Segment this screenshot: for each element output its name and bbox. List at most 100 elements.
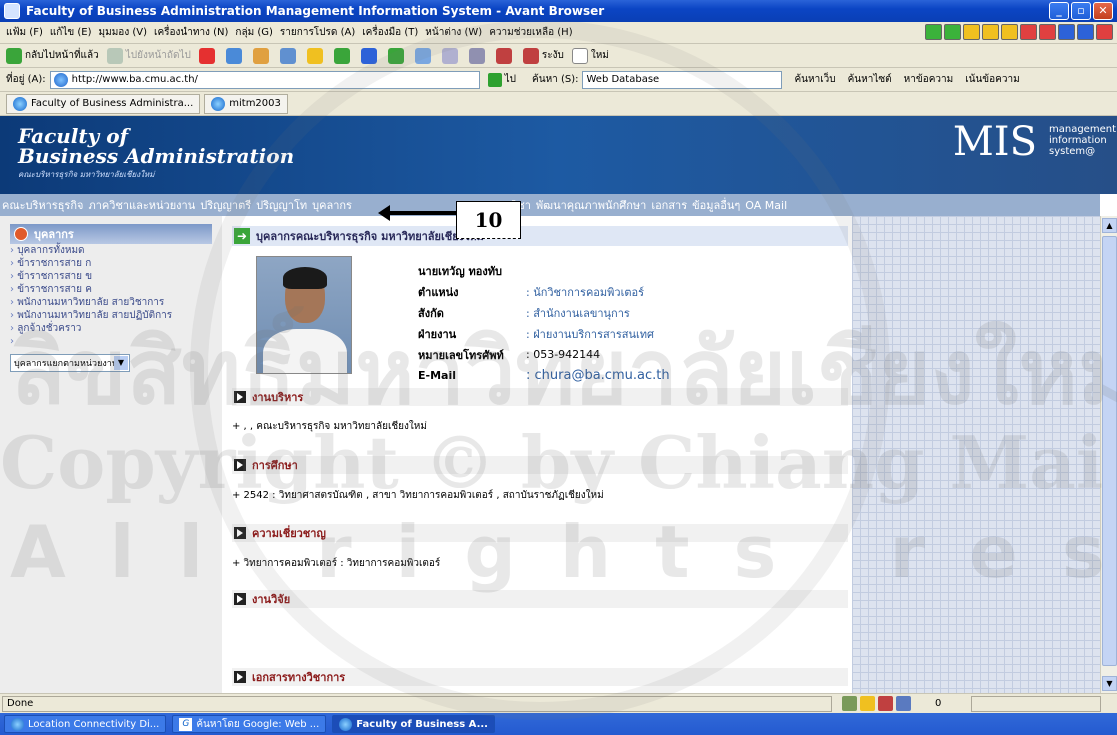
- profile-header: ➜ บุคลากรคณะบริหารธุรกิจ มหาวิทยาลัยเชีย…: [232, 226, 848, 246]
- taskbar-item-location[interactable]: Location Connectivity Di...: [4, 715, 167, 733]
- ie-icon: [11, 717, 24, 731]
- profile-row-affiliation: สังกัด: สำนักงานเลขานุการ: [418, 306, 630, 320]
- nav-oa-mail[interactable]: OA Mail: [745, 199, 787, 212]
- tile-v-icon[interactable]: [982, 24, 999, 40]
- nav-faculty[interactable]: คณะบริหารธุรกิจ: [2, 196, 83, 214]
- personnel-icon: [14, 227, 28, 241]
- close-tab-icon[interactable]: [1039, 24, 1056, 40]
- highlight-text-button[interactable]: เน้นข้อความ: [965, 72, 1019, 87]
- nav-departments[interactable]: ภาควิชาและหน่วยงาน: [88, 196, 195, 214]
- toolbar: กลับไปหน้าที่แล้ว ไปยังหน้าถัดไป ระงับ ใ…: [0, 44, 1117, 68]
- nav-personnel[interactable]: บุคลากร: [312, 196, 352, 214]
- go-button[interactable]: ไป: [487, 72, 516, 87]
- sidebar-item-empty[interactable]: [0, 335, 222, 348]
- menu-edit[interactable]: แก้ไข (E): [50, 25, 92, 40]
- tab-faculty[interactable]: Faculty of Business Administra...: [6, 93, 201, 114]
- forward-mode-icon[interactable]: [944, 24, 961, 40]
- favorites-button[interactable]: [306, 47, 326, 64]
- tab-close-icon[interactable]: [1096, 24, 1113, 40]
- forward-button[interactable]: ไปยังหน้าถัดไป: [106, 47, 191, 64]
- maximize-button[interactable]: ▫: [1071, 2, 1091, 20]
- tab-restore-icon[interactable]: [1077, 24, 1094, 40]
- chevron-down-icon[interactable]: ▼: [114, 356, 128, 370]
- ie-icon: [339, 717, 353, 731]
- new-window-button[interactable]: ใหม่: [571, 47, 609, 64]
- web-search-button[interactable]: ค้นหาเว็บ: [794, 72, 835, 87]
- scroll-thumb[interactable]: [1102, 236, 1117, 666]
- nav-student-dev[interactable]: พัฒนาคุณภาพนักศึกษา: [536, 196, 646, 214]
- tile-h-icon[interactable]: [963, 24, 980, 40]
- section-academic-docs[interactable]: เอกสารทางวิชาการ: [232, 668, 848, 686]
- scroll-down-icon[interactable]: ▼: [1102, 676, 1117, 691]
- menu-file[interactable]: แฟ้ม (F): [6, 25, 43, 40]
- nav-bachelor[interactable]: ปริญญาตรี: [200, 196, 251, 214]
- nav-other[interactable]: ข้อมูลอื่นๆ: [692, 196, 740, 214]
- sidebar-item-gov-b[interactable]: ข้าราชการสาย ข: [0, 270, 222, 283]
- sidebar-item-univ-operations[interactable]: พนักงานมหาวิทยาลัย สายปฏิบัติการ: [0, 309, 222, 322]
- news-icon: [414, 47, 431, 64]
- find-text-button[interactable]: หาข้อความ: [904, 72, 954, 87]
- address-url: http://www.ba.cmu.ac.th/: [71, 74, 198, 85]
- sidebar-item-all[interactable]: บุคลากรทั้งหมด: [0, 244, 222, 257]
- profile-info: นายเทวัญ ทองทับ ตำแหน่ง: นักวิชาการคอมพิ…: [418, 260, 670, 386]
- faculty-thai-name: คณะบริหารธุรกิจ มหาวิทยาลัยเชียงใหม่: [18, 170, 155, 179]
- close-button[interactable]: ✕: [1093, 2, 1113, 20]
- sidebar-item-gov-c[interactable]: ข้าราชการสาย ค: [0, 283, 222, 296]
- home-button[interactable]: [252, 47, 272, 64]
- section-administration[interactable]: งานบริหาร: [232, 388, 848, 406]
- sidebar-item-gov-a[interactable]: ข้าราชการสาย ก: [0, 257, 222, 270]
- search-button[interactable]: [279, 47, 299, 64]
- lock-icon[interactable]: [860, 696, 875, 711]
- proxy-icon[interactable]: [896, 696, 911, 711]
- ie-tab-icon: [13, 96, 27, 111]
- menu-window[interactable]: หน้าต่าง (W): [425, 25, 482, 40]
- address-input[interactable]: http://www.ba.cmu.ac.th/: [49, 70, 480, 89]
- print-button[interactable]: [468, 47, 488, 64]
- back-button[interactable]: กลับไปหน้าที่แล้ว: [6, 47, 99, 64]
- menu-favorites[interactable]: รายการโปรด (A): [280, 25, 355, 40]
- callout-arrow: [378, 205, 456, 221]
- department-select[interactable]: บุคลากรแยกตามหน่วยงาน ▼: [10, 354, 130, 372]
- sidebar-item-univ-academic[interactable]: พนักงานมหาวิทยาลัย สายวิชาการ: [0, 296, 222, 309]
- section-research[interactable]: งานวิจัย: [232, 590, 848, 608]
- menu-group[interactable]: กลุ่ม (G): [235, 25, 273, 40]
- section-education[interactable]: การศึกษา: [232, 456, 848, 474]
- page-scrollbar[interactable]: ▲ ▼: [1100, 216, 1117, 693]
- sidebar-item-temp[interactable]: ลูกจ้างชั่วคราว: [0, 322, 222, 335]
- menu-navigate[interactable]: เครื่องนำทาง (N): [154, 25, 228, 40]
- menu-tools[interactable]: เครื่องมือ (T): [362, 25, 418, 40]
- close-all-icon[interactable]: [1020, 24, 1037, 40]
- ie-tab-icon: [211, 96, 226, 111]
- news-button[interactable]: [414, 47, 434, 64]
- history-button[interactable]: [333, 47, 353, 64]
- menu-view[interactable]: มุมมอง (V): [99, 25, 148, 40]
- window-button[interactable]: [360, 47, 380, 64]
- stop-button[interactable]: [198, 47, 218, 64]
- profile-row-phone: หมายเลขโทรศัพท์: 053-942144: [418, 348, 601, 362]
- refresh-button[interactable]: [225, 47, 245, 64]
- nav-master[interactable]: ปริญญาโท: [256, 196, 307, 214]
- site-search-button[interactable]: ค้นหาไซต์: [848, 72, 892, 87]
- cascade-icon[interactable]: [1001, 24, 1018, 40]
- popup-block-button[interactable]: [495, 47, 515, 64]
- taskbar-item-faculty[interactable]: Faculty of Business A...: [332, 715, 495, 733]
- address-label: ที่อยู่ (A):: [6, 74, 46, 85]
- scroll-up-icon[interactable]: ▲: [1102, 218, 1117, 233]
- menu-help[interactable]: ความช่วยเหลือ (H): [489, 25, 572, 40]
- search-input[interactable]: Web Database: [582, 70, 783, 89]
- back-mode-icon[interactable]: [925, 24, 942, 40]
- translate-button[interactable]: [387, 47, 407, 64]
- taskbar-item-google[interactable]: G ค้นหาโดย Google: Web ...: [172, 715, 327, 733]
- zone-icon[interactable]: [842, 696, 857, 711]
- pause-button[interactable]: ระงับ: [522, 47, 564, 64]
- section-expertise[interactable]: ความเชี่ยวชาญ: [232, 524, 848, 542]
- tab-minimize-icon[interactable]: [1058, 24, 1075, 40]
- faculty-logo[interactable]: Faculty of Business Administration: [18, 126, 294, 166]
- nav-documents[interactable]: เอกสาร: [651, 196, 687, 214]
- minimize-button[interactable]: _: [1049, 2, 1069, 20]
- mail-button[interactable]: [441, 47, 461, 64]
- email-link[interactable]: : chura@ba.cmu.ac.th: [526, 368, 670, 383]
- popup-icon[interactable]: [878, 696, 893, 711]
- tab-mitm2003[interactable]: mitm2003: [204, 93, 288, 114]
- section-administration-text: + , , คณะบริหารธุรกิจ มหาวิทยาลัยเชียงให…: [232, 421, 427, 432]
